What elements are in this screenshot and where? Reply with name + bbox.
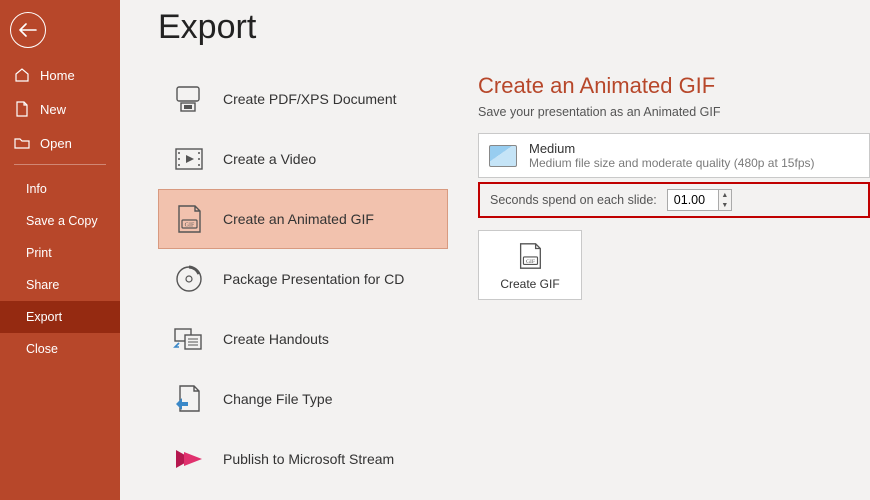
nav-close[interactable]: Close [0,333,120,365]
seconds-input[interactable] [668,190,718,210]
detail-subtitle: Save your presentation as an Animated GI… [478,105,870,119]
stream-icon [173,443,205,475]
export-options-list: Create PDF/XPS Document Create a Video G… [158,69,448,489]
gif-file-icon: GIF [515,241,545,271]
file-icon [14,101,30,117]
backstage-sidebar: Home New Open Info Save a Copy Print Sha… [0,0,120,500]
nav-open-label: Open [40,136,72,151]
seconds-per-slide-row: Seconds spend on each slide: ▲ ▼ [478,182,870,218]
option-package-cd[interactable]: Package Presentation for CD [158,249,448,309]
home-icon [14,67,30,83]
quality-desc: Medium file size and moderate quality (4… [529,156,815,170]
nav-new[interactable]: New [0,92,120,126]
nav-new-label: New [40,102,66,117]
page-title: Export [158,8,870,47]
option-video[interactable]: Create a Video [158,129,448,189]
quality-name: Medium [529,141,815,156]
option-handouts[interactable]: Create Handouts [158,309,448,369]
nav-home-label: Home [40,68,75,83]
option-label: Package Presentation for CD [223,271,404,287]
option-pdf-xps[interactable]: Create PDF/XPS Document [158,69,448,129]
detail-panel: Create an Animated GIF Save your present… [478,69,870,489]
spinner-down[interactable]: ▼ [719,200,731,210]
svg-text:GIF: GIF [526,259,535,265]
svg-text:GIF: GIF [185,223,195,229]
option-label: Create Handouts [223,331,329,347]
change-filetype-icon [173,383,205,415]
cd-icon [173,263,205,295]
arrow-left-icon [19,23,37,37]
option-label: Create an Animated GIF [223,211,374,227]
video-icon [173,143,205,175]
option-label: Create a Video [223,151,316,167]
quality-text: Medium Medium file size and moderate qua… [529,141,815,170]
main-panel: Export Create PDF/XPS Document Create a … [120,0,870,500]
option-animated-gif[interactable]: GIF Create an Animated GIF [158,189,448,249]
nav-divider [14,164,106,165]
pdf-icon [173,83,205,115]
seconds-spinner[interactable]: ▲ ▼ [667,189,732,211]
nav-export[interactable]: Export [0,301,120,333]
folder-open-icon [14,135,30,151]
spinner-up[interactable]: ▲ [719,190,731,200]
seconds-label: Seconds spend on each slide: [490,193,657,207]
detail-title: Create an Animated GIF [478,73,870,99]
nav-home[interactable]: Home [0,58,120,92]
option-publish-stream[interactable]: Publish to Microsoft Stream [158,429,448,489]
create-gif-button[interactable]: GIF Create GIF [478,230,582,300]
back-button[interactable] [10,12,46,48]
nav-print[interactable]: Print [0,237,120,269]
handouts-icon [173,323,205,355]
gif-icon: GIF [173,203,205,235]
nav-sub-items: Info Save a Copy Print Share Export Clos… [0,173,120,365]
quality-selector[interactable]: Medium Medium file size and moderate qua… [478,133,870,178]
option-change-filetype[interactable]: Change File Type [158,369,448,429]
nav-share[interactable]: Share [0,269,120,301]
quality-icon [489,145,517,167]
create-gif-label: Create GIF [500,277,559,291]
option-label: Change File Type [223,391,332,407]
option-label: Publish to Microsoft Stream [223,451,394,467]
nav-info[interactable]: Info [0,173,120,205]
nav-save-copy[interactable]: Save a Copy [0,205,120,237]
nav-open[interactable]: Open [0,126,120,160]
option-label: Create PDF/XPS Document [223,91,397,107]
